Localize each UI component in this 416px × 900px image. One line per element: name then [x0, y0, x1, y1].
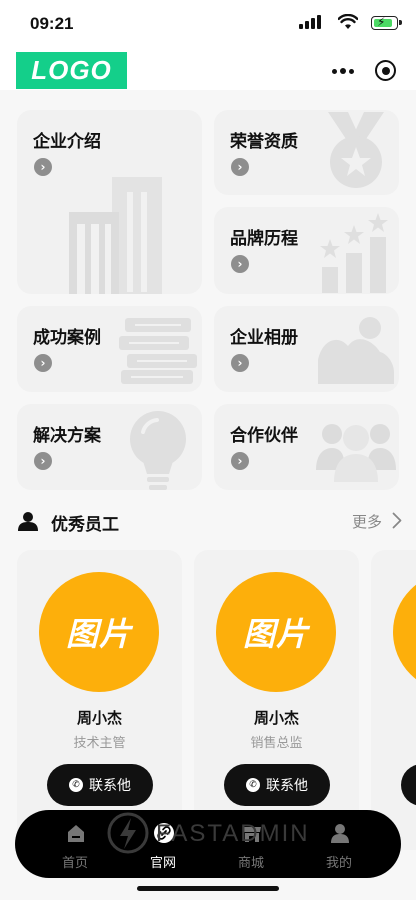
card-title: 企业介绍: [33, 132, 101, 152]
card-company-album[interactable]: 企业相册 ›: [214, 306, 399, 392]
card-title: 企业相册: [230, 328, 298, 348]
employee-name: 周小杰: [253, 709, 299, 727]
group-icon: [316, 424, 396, 482]
chevron-right-icon: ›: [34, 354, 52, 372]
stars-chart-icon: [320, 213, 388, 293]
tab-bar: 首页 官网 商城 我的: [15, 810, 401, 878]
card-honor[interactable]: 荣誉资质 ›: [214, 110, 399, 195]
shop-icon: [243, 827, 261, 842]
header: LOGO: [0, 52, 416, 90]
more-link[interactable]: 更多: [352, 511, 382, 532]
tab-home[interactable]: 首页: [27, 810, 123, 878]
wifi-icon: [338, 14, 358, 29]
card-title: 品牌历程: [230, 229, 298, 249]
chevron-right-icon: ›: [34, 452, 52, 470]
signal-icon: [299, 15, 321, 29]
phone-icon: ✆: [246, 778, 260, 792]
status-time: 09:21: [30, 14, 74, 33]
contact-button[interactable]: ✆ 联系他: [224, 764, 330, 806]
tab-official-site[interactable]: 官网: [115, 810, 211, 878]
status-bar: 09:21 ⚡: [0, 0, 416, 48]
home-indicator: [137, 886, 279, 891]
card-brand-history[interactable]: 品牌历程 ›: [214, 207, 399, 294]
card-partners[interactable]: 合作伙伴 ›: [214, 404, 399, 490]
building-icon: [69, 177, 162, 294]
chevron-right-icon[interactable]: [392, 512, 402, 529]
battery-icon: ⚡: [371, 15, 402, 30]
tab-mine[interactable]: 我的: [291, 810, 387, 878]
employee-card[interactable]: 图片 周小杰 销售总监 ✆ 联系他: [194, 550, 359, 850]
phone-icon: ✆: [69, 778, 83, 792]
chevron-right-icon: ›: [34, 158, 52, 176]
contact-button[interactable]: [401, 764, 416, 806]
card-title: 成功案例: [33, 328, 101, 348]
card-success-cases[interactable]: 成功案例 ›: [17, 306, 202, 392]
employee-card-partial[interactable]: [371, 550, 416, 850]
section-title: 优秀员工: [51, 515, 119, 535]
link-icon: [154, 823, 174, 843]
avatar-placeholder-text: 图片: [242, 615, 309, 653]
employees-section-header: 优秀员工 更多: [18, 508, 402, 535]
avatar: [393, 572, 416, 692]
employee-card[interactable]: 图片 周小杰 技术主管 ✆ 联系他: [17, 550, 182, 850]
card-solutions[interactable]: 解决方案 ›: [17, 404, 202, 490]
employee-role: 技术主管: [73, 736, 126, 751]
avatar-placeholder-text: 图片: [65, 615, 132, 653]
avatar: 图片: [216, 572, 336, 692]
lightbulb-icon: [130, 411, 186, 490]
employee-role: 销售总监: [250, 736, 303, 751]
medal-icon: [328, 112, 384, 188]
user-icon: [331, 824, 349, 843]
tab-label: 首页: [61, 856, 88, 871]
picture-icon: [318, 317, 394, 384]
card-company-intro[interactable]: 企业介绍 ›: [17, 110, 202, 294]
tab-label: 官网: [149, 856, 176, 871]
person-icon: [18, 512, 38, 531]
chevron-right-icon: ›: [231, 158, 249, 176]
close-target-icon[interactable]: [375, 60, 396, 81]
tab-shop[interactable]: 商城: [203, 810, 299, 878]
books-icon: [119, 318, 197, 384]
contact-label: 联系他: [266, 778, 308, 794]
card-title: 解决方案: [33, 426, 101, 446]
chevron-right-icon: ›: [231, 354, 249, 372]
chevron-right-icon: ›: [231, 452, 249, 470]
logo: LOGO: [16, 52, 127, 89]
card-title: 荣誉资质: [230, 132, 298, 152]
tab-label: 我的: [325, 856, 352, 871]
chevron-right-icon: ›: [231, 255, 249, 273]
contact-label: 联系他: [89, 778, 131, 794]
tab-label: 商城: [237, 856, 264, 871]
more-menu-icon[interactable]: [332, 60, 354, 82]
card-title: 合作伙伴: [230, 426, 298, 446]
avatar: 图片: [39, 572, 159, 692]
home-icon: [68, 825, 84, 842]
employee-name: 周小杰: [76, 709, 122, 727]
contact-button[interactable]: ✆ 联系他: [47, 764, 153, 806]
